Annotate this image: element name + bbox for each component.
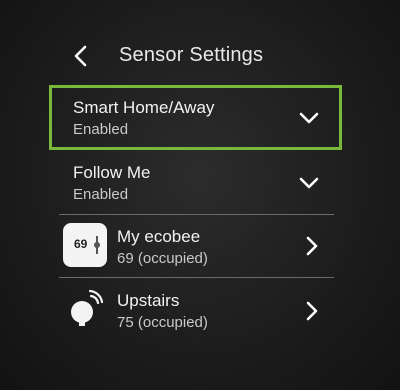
- follow-me-setting[interactable]: Follow Me Enabled: [59, 153, 334, 213]
- sensor-item-my-ecobee[interactable]: 69 My ecobee 69 (occupied): [59, 216, 334, 274]
- chevron-left-icon: [74, 45, 87, 67]
- chevron-right-icon: [306, 236, 318, 256]
- sensor-status: 69 (occupied): [117, 250, 208, 267]
- sensor-settings-screen: Sensor Settings Smart Home/Away Enabled …: [0, 0, 400, 390]
- thermostat-icon: 69: [63, 223, 107, 267]
- thermostat-gauge-dot: [94, 242, 100, 248]
- smart-home-away-setting[interactable]: Smart Home/Away Enabled: [59, 88, 334, 148]
- setting-value: Enabled: [73, 121, 129, 138]
- divider: [59, 277, 334, 278]
- room-sensor-icon: [71, 289, 103, 326]
- chevron-down-icon: [299, 177, 319, 189]
- back-button[interactable]: [66, 40, 98, 72]
- sensor-label: My ecobee: [117, 227, 201, 246]
- sensor-item-upstairs[interactable]: Upstairs 75 (occupied): [59, 280, 334, 338]
- setting-label: Follow Me: [73, 163, 151, 182]
- divider: [59, 214, 334, 215]
- setting-label: Smart Home/Away: [73, 98, 215, 117]
- chevron-right-icon: [306, 301, 318, 321]
- setting-value: Enabled: [73, 186, 129, 203]
- sensor-status: 75 (occupied): [117, 314, 208, 331]
- page-title: Sensor Settings: [119, 44, 264, 66]
- header: Sensor Settings: [0, 36, 400, 76]
- chevron-down-icon: [299, 112, 319, 124]
- thermostat-tile-temp: 69: [74, 237, 88, 251]
- sensor-label: Upstairs: [117, 291, 180, 310]
